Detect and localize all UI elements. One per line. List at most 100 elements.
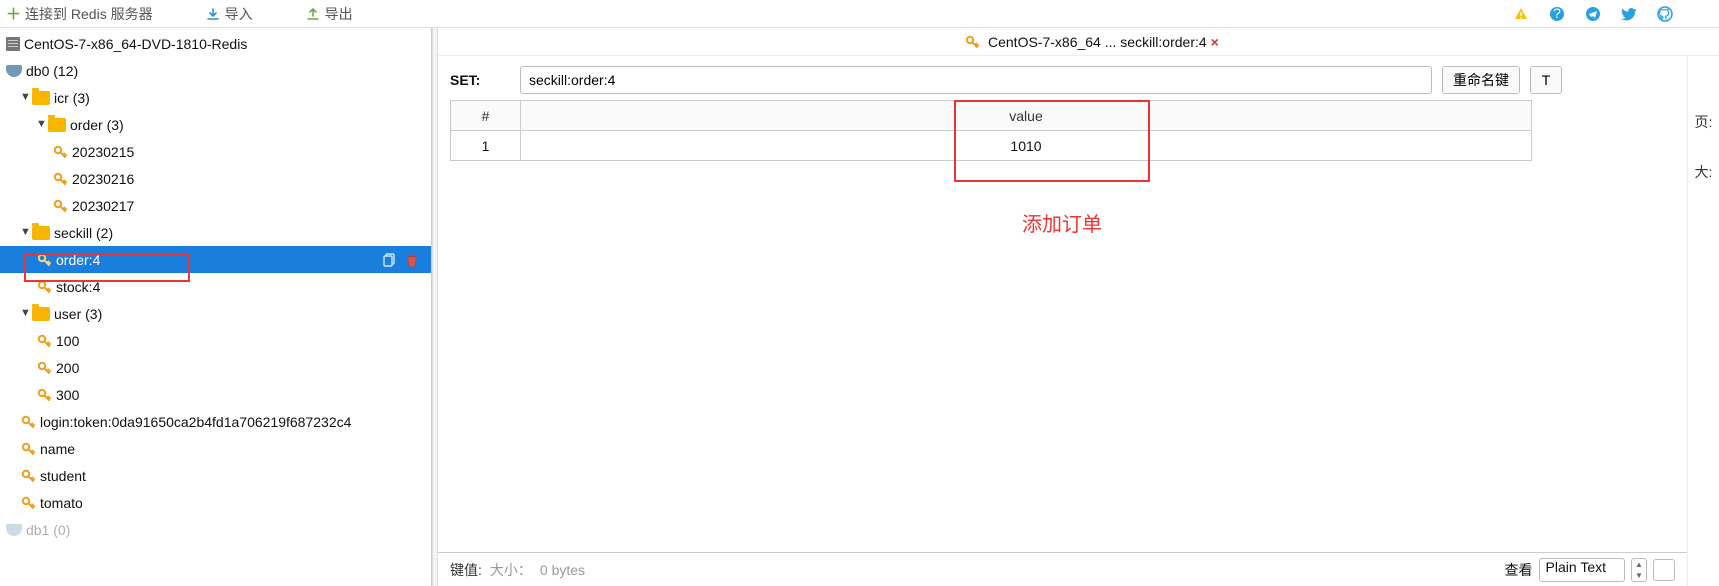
- folder-icon: [32, 307, 50, 321]
- key-name-input[interactable]: [520, 66, 1432, 94]
- tab-title: CentOS-7-x86_64 ... seckill:order:4: [988, 34, 1207, 50]
- tree-key[interactable]: 20230215: [0, 138, 431, 165]
- key-label: student: [40, 468, 86, 484]
- tree-folder-icr[interactable]: ▼ icr (3): [0, 84, 431, 111]
- copy-icon[interactable]: [383, 253, 397, 267]
- key-icon: [964, 34, 980, 50]
- svg-text:?: ?: [1553, 6, 1561, 21]
- key-label: stock:4: [56, 279, 100, 295]
- view-spinner[interactable]: ▲▼: [1631, 558, 1647, 582]
- key-icon: [36, 252, 52, 268]
- folder-label: user (3): [54, 306, 102, 322]
- warning-icon[interactable]: [1513, 6, 1529, 22]
- annotation-label: 添加订单: [1022, 208, 1102, 237]
- key-icon: [52, 171, 68, 187]
- key-type-label: SET:: [450, 72, 510, 88]
- tree-db1[interactable]: db1 (0): [0, 516, 431, 543]
- telegram-icon[interactable]: [1585, 6, 1601, 22]
- tree-key[interactable]: 300: [0, 381, 431, 408]
- tree-key[interactable]: name: [0, 435, 431, 462]
- main-area: CentOS-7-x86_64-DVD-1810-Redis db0 (12) …: [0, 28, 1719, 586]
- tree-key-order4[interactable]: order:4: [0, 246, 431, 273]
- db0-label: db0 (12): [26, 63, 78, 79]
- key-label: 200: [56, 360, 79, 376]
- cell-index: 1: [451, 131, 521, 161]
- key-icon: [36, 333, 52, 349]
- chevron-down-icon: ▼: [20, 226, 32, 238]
- key-label: name: [40, 441, 75, 457]
- sidebar: CentOS-7-x86_64-DVD-1810-Redis db0 (12) …: [0, 28, 432, 586]
- connect-label: 连接到 Redis 服务器: [25, 4, 153, 24]
- view-label: 查看: [1505, 560, 1533, 580]
- export-button[interactable]: 导出: [305, 4, 353, 24]
- value-status-bar: 键值: 大小： 0 bytes 查看 Plain Text ▲▼: [438, 552, 1687, 586]
- col-index[interactable]: #: [451, 101, 521, 131]
- tree-key[interactable]: student: [0, 462, 431, 489]
- tree-key[interactable]: 100: [0, 327, 431, 354]
- server-icon: [6, 37, 20, 51]
- value-table-wrap: # value 1 1010 添加订单: [438, 100, 1687, 161]
- chevron-down-icon: ▼: [20, 307, 32, 319]
- folder-label: seckill (2): [54, 225, 113, 241]
- col-value[interactable]: value: [521, 101, 1532, 131]
- table-row[interactable]: 1 1010: [451, 131, 1532, 161]
- connect-button[interactable]: ＋ 连接到 Redis 服务器: [6, 3, 153, 24]
- key-icon: [36, 387, 52, 403]
- database-icon: [6, 524, 22, 536]
- key-label: 20230216: [72, 171, 134, 187]
- rename-button[interactable]: 重命名键: [1442, 66, 1520, 94]
- folder-icon: [32, 91, 50, 105]
- tree-key-stock4[interactable]: stock:4: [0, 273, 431, 300]
- folder-label: order (3): [70, 117, 124, 133]
- github-icon[interactable]: [1657, 6, 1673, 22]
- database-icon: [6, 65, 22, 77]
- key-icon: [20, 468, 36, 484]
- tree-folder-user[interactable]: ▼ user (3): [0, 300, 431, 327]
- tree-key[interactable]: 20230217: [0, 192, 431, 219]
- tree-key[interactable]: 200: [0, 354, 431, 381]
- import-button[interactable]: 导入: [205, 4, 253, 24]
- key-editor-row: SET: 重命名键 T: [438, 56, 1687, 100]
- rail-size-label: 大:: [1695, 162, 1713, 182]
- key-icon: [20, 414, 36, 430]
- tree-server[interactable]: CentOS-7-x86_64-DVD-1810-Redis: [0, 30, 431, 57]
- key-icon: [36, 279, 52, 295]
- chevron-down-icon: ▼: [20, 91, 32, 103]
- key-icon: [20, 495, 36, 511]
- tree-folder-seckill[interactable]: ▼ seckill (2): [0, 219, 431, 246]
- tree-key[interactable]: login:token:0da91650ca2b4fd1a706219f6872…: [0, 408, 431, 435]
- rail-page-label: 页:: [1695, 112, 1713, 132]
- key-label: tomato: [40, 495, 83, 511]
- tree-key[interactable]: 20230216: [0, 165, 431, 192]
- size-value: 0 bytes: [540, 562, 585, 578]
- tab-active[interactable]: CentOS-7-x86_64 ... seckill:order:4 ×: [958, 32, 1225, 52]
- folder-icon: [32, 226, 50, 240]
- main-toolbar: ＋ 连接到 Redis 服务器 导入 导出 ?: [0, 0, 1719, 28]
- twitter-icon[interactable]: [1621, 6, 1637, 22]
- view-extra-button[interactable]: [1653, 559, 1675, 581]
- tree-folder-order[interactable]: ▼ order (3): [0, 111, 431, 138]
- key-label: 20230215: [72, 144, 134, 160]
- export-icon: [305, 6, 321, 22]
- key-label: 20230217: [72, 198, 134, 214]
- key-icon: [36, 360, 52, 376]
- chevron-down-icon: ▼: [36, 118, 48, 130]
- ttl-button[interactable]: T: [1530, 66, 1562, 94]
- key-tree[interactable]: CentOS-7-x86_64-DVD-1810-Redis db0 (12) …: [0, 28, 431, 586]
- view-mode-select[interactable]: Plain Text: [1539, 558, 1625, 582]
- import-label: 导入: [225, 4, 253, 24]
- close-icon[interactable]: ×: [1211, 34, 1219, 50]
- plus-icon: ＋: [6, 3, 21, 24]
- import-icon: [205, 6, 221, 22]
- server-label: CentOS-7-x86_64-DVD-1810-Redis: [24, 36, 247, 52]
- key-label: 100: [56, 333, 79, 349]
- value-label: 键值:: [450, 560, 482, 580]
- db1-label: db1 (0): [26, 522, 70, 538]
- export-label: 导出: [325, 4, 353, 24]
- delete-icon[interactable]: [405, 253, 419, 267]
- tab-bar: CentOS-7-x86_64 ... seckill:order:4 ×: [438, 28, 1719, 56]
- value-table[interactable]: # value 1 1010: [450, 100, 1532, 161]
- help-icon[interactable]: ?: [1549, 6, 1565, 22]
- tree-db0[interactable]: db0 (12): [0, 57, 431, 84]
- tree-key[interactable]: tomato: [0, 489, 431, 516]
